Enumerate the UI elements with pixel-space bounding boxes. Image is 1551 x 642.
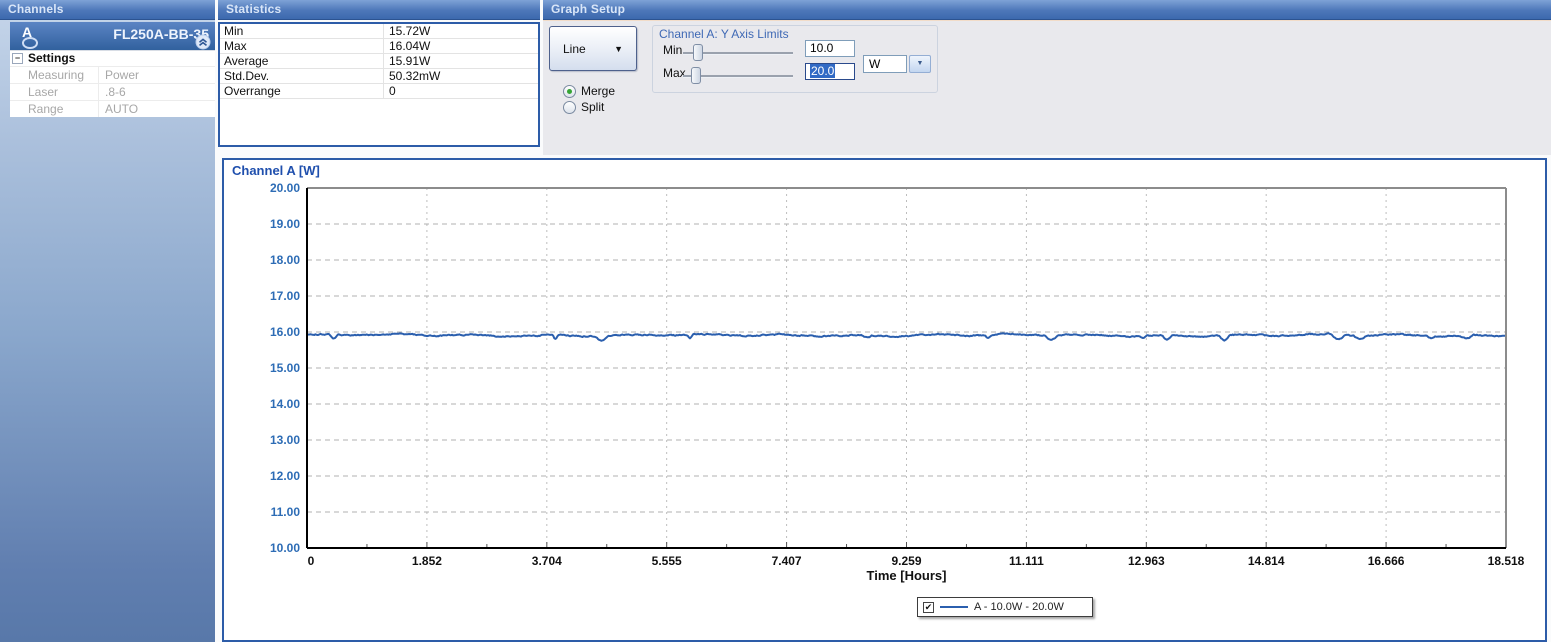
checkmark-icon: ✔ [925, 603, 933, 612]
chevron-up-double-icon [195, 34, 211, 50]
x-tick-labels: 0 1.852 3.704 5.555 7.407 9.259 11.111 12.963 14… [308, 554, 1525, 568]
split-radio-label: Split [581, 101, 604, 114]
x-tick-label: 5.555 [652, 554, 682, 568]
x-tick-label: 11.111 [1009, 554, 1044, 568]
setting-value: Power [98, 67, 215, 83]
y-tick-label: 20.00 [270, 181, 300, 195]
y-axis-limits-title: Channel A: Y Axis Limits [659, 27, 789, 41]
y-tick-label: 16.00 [270, 325, 300, 339]
graph-type-label: Line [563, 42, 586, 56]
combo-chevron-icon: ▼ [917, 60, 924, 67]
dropdown-caret-icon: ▼ [614, 44, 623, 54]
stat-value: 16.04W [384, 39, 538, 53]
channel-card-a[interactable]: A FL250A-BB-35 [10, 22, 215, 50]
stat-label: Min [220, 24, 384, 38]
x-tick-label: 12.963 [1128, 554, 1165, 568]
stat-label: Max [220, 39, 384, 53]
channel-color-indicator-icon [22, 37, 38, 49]
channel-settings-section: − Settings Measuring Power Laser .8-6 Ra… [10, 50, 215, 117]
y-min-input[interactable]: 10.0 [805, 40, 855, 57]
stat-label: Std.Dev. [220, 69, 384, 83]
x-tick-label: 0 [308, 554, 315, 568]
table-row: Overrange 0 [220, 84, 538, 99]
y-max-value: 20.0 [810, 64, 835, 78]
y-tick-label: 13.00 [270, 433, 300, 447]
stat-value: 0 [384, 84, 538, 98]
stat-label: Overrange [220, 84, 384, 98]
statistics-table: Min 15.72W Max 16.04W Average 15.91W Std… [218, 22, 540, 147]
y-axis-limits-group: Channel A: Y Axis Limits Min 10.0 Max 20… [652, 25, 938, 93]
legend-checkbox[interactable]: ✔ [923, 602, 934, 613]
y-tick-label: 15.00 [270, 361, 300, 375]
x-tick-label: 18.518 [1488, 554, 1525, 568]
chart-legend: ✔ A - 10.0W - 20.0W [917, 597, 1093, 617]
x-tick-label: 1.852 [412, 554, 442, 568]
stat-value: 15.72W [384, 24, 538, 38]
collapse-settings-icon[interactable]: − [12, 53, 23, 64]
setting-value: .8-6 [98, 84, 215, 100]
unit-combo-field[interactable]: W [863, 55, 907, 73]
y-tick-label: 17.00 [270, 289, 300, 303]
table-row: Std.Dev. 50.32mW [220, 69, 538, 84]
setting-row-range: Range AUTO [10, 100, 215, 117]
setting-row-laser: Laser .8-6 [10, 83, 215, 100]
graph-setup-content: Line ▼ Channel A: Y Axis Limits Min 10.0… [543, 20, 1551, 155]
y-tick-label: 19.00 [270, 217, 300, 231]
x-axis-title: Time [Hours] [867, 568, 947, 583]
stat-value: 15.91W [384, 54, 538, 68]
graph-type-dropdown-button[interactable]: Line ▼ [549, 26, 637, 71]
setting-label: Laser [10, 84, 98, 100]
split-radio[interactable] [563, 101, 576, 114]
settings-section-title: Settings [28, 51, 75, 65]
legend-label: A - 10.0W - 20.0W [974, 601, 1064, 613]
unit-value: W [869, 57, 880, 71]
x-tick-label: 16.666 [1368, 554, 1405, 568]
y-tick-label: 14.00 [270, 397, 300, 411]
y-tick-labels: 10.00 11.00 12.00 13.00 14.00 15.00 16.00 17.00… [270, 181, 300, 555]
x-tick-label: 9.259 [891, 554, 921, 568]
setting-label: Measuring [10, 67, 98, 83]
graph-setup-panel-header: Graph Setup [543, 0, 1551, 20]
merge-radio-label: Merge [581, 85, 615, 98]
merge-radio[interactable] [563, 85, 576, 98]
y-tick-label: 12.00 [270, 469, 300, 483]
y-tick-label: 11.00 [271, 505, 301, 519]
y-tick-label: 10.00 [270, 541, 300, 555]
setting-label: Range [10, 101, 98, 117]
y-tick-label: 18.00 [270, 253, 300, 267]
min-slider-handle[interactable] [693, 44, 703, 61]
app-window: Channels A FL250A-BB-35 − Settings Measu… [0, 0, 1551, 642]
power-trend-chart: 10.00 11.00 12.00 13.00 14.00 15.00 16.00 17.00… [224, 160, 1545, 640]
channels-panel-header: Channels [0, 0, 215, 20]
table-row: Average 15.91W [220, 54, 538, 69]
unit-combo-dropdown-button[interactable]: ▼ [909, 55, 931, 73]
x-tick-label: 14.814 [1248, 554, 1285, 568]
table-row: Min 15.72W [220, 24, 538, 39]
x-tick-label: 7.407 [772, 554, 802, 568]
legend-line-sample [940, 606, 968, 608]
settings-section-header: − Settings [10, 51, 215, 66]
statistics-panel-header: Statistics [218, 0, 540, 20]
max-slider-handle[interactable] [691, 67, 701, 84]
y-max-input[interactable]: 20.0 [805, 63, 855, 80]
stat-value: 50.32mW [384, 69, 538, 83]
setting-value: AUTO [98, 101, 215, 117]
channels-panel: Channels A FL250A-BB-35 − Settings Measu… [0, 0, 215, 642]
y-min-value: 10.0 [810, 41, 833, 55]
chart-panel: Channel A [W] 10.0011.0012.0013.0014.001… [222, 158, 1547, 642]
statistics-panel: Statistics Min 15.72W Max 16.04W Average… [218, 0, 540, 147]
min-slider-label: Min [663, 43, 682, 57]
setting-row-measuring: Measuring Power [10, 66, 215, 83]
x-tick-label: 3.704 [532, 554, 562, 568]
collapse-channel-button[interactable] [195, 34, 211, 50]
stat-label: Average [220, 54, 384, 68]
graph-setup-panel: Graph Setup Line ▼ Channel A: Y Axis Lim… [543, 0, 1551, 155]
table-row: Max 16.04W [220, 39, 538, 54]
